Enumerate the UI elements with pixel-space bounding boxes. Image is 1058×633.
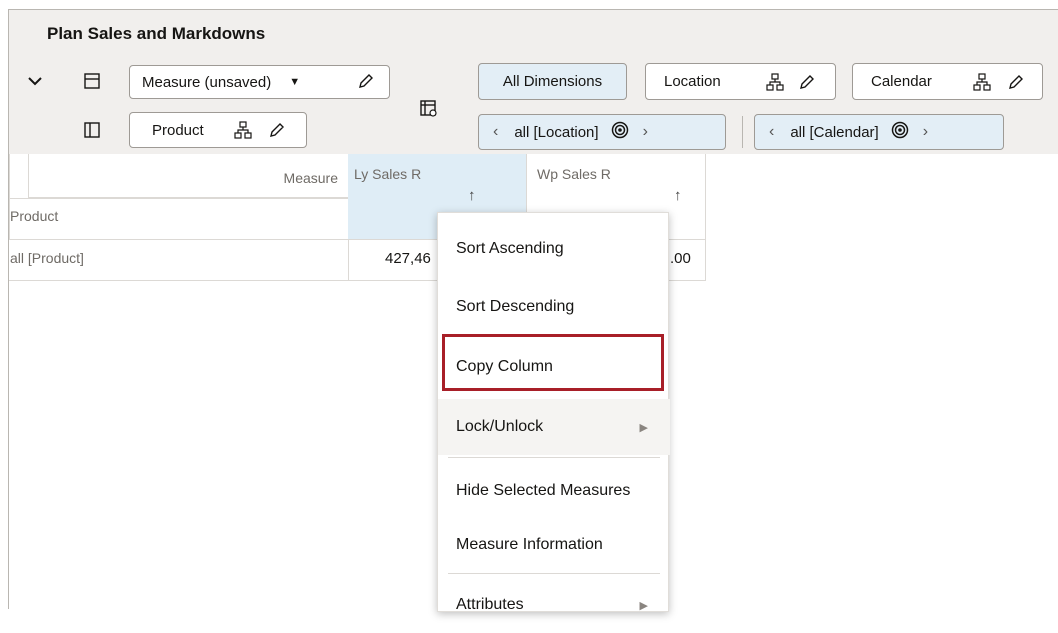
page-title: Plan Sales and Markdowns xyxy=(47,24,266,43)
edit-pencil-icon[interactable] xyxy=(268,121,286,143)
column-layout-icon[interactable] xyxy=(79,117,105,143)
chevron-right-icon[interactable]: › xyxy=(643,123,648,141)
calendar-selector[interactable]: Calendar xyxy=(852,63,1043,100)
highlight-box xyxy=(442,334,664,391)
divider xyxy=(742,116,743,148)
calendar-value-nav: ‹ all [Calendar] › xyxy=(754,114,1004,150)
menu-item-label: Sort Descending xyxy=(456,298,575,315)
submenu-arrow-icon: ▶ xyxy=(639,599,648,612)
edit-pencil-icon[interactable] xyxy=(798,73,816,95)
menu-item-measure-information[interactable]: Measure Information xyxy=(438,517,670,573)
menu-item-label: Lock/Unlock xyxy=(456,418,544,435)
product-selector[interactable]: Product xyxy=(129,112,307,148)
all-dimensions-button[interactable]: All Dimensions xyxy=(478,63,627,100)
hierarchy-icon[interactable] xyxy=(766,73,784,95)
chevron-left-icon[interactable]: ‹ xyxy=(769,123,774,141)
product-header: Product xyxy=(10,208,59,224)
pivot-icon[interactable] xyxy=(416,96,442,122)
menu-item-lock-unlock[interactable]: Lock/Unlock ▶ xyxy=(438,399,670,455)
location-value[interactable]: all [Location] xyxy=(514,124,598,141)
chevron-left-icon[interactable]: ‹ xyxy=(493,123,498,141)
cell-value: 427,46 xyxy=(385,250,431,267)
column-header-label: Wp Sales R xyxy=(537,166,611,182)
measure-selector[interactable]: Measure (unsaved) ▼ xyxy=(129,65,390,99)
measure-header: Measure xyxy=(283,170,338,186)
context-menu: Sort Ascending Sort Descending Copy Colu… xyxy=(437,212,670,613)
measure-label: Measure (unsaved) xyxy=(142,73,272,91)
caret-down-icon[interactable]: ▼ xyxy=(289,76,300,88)
menu-item-label: Sort Ascending xyxy=(456,240,564,257)
edit-pencil-icon[interactable] xyxy=(357,72,375,94)
sort-arrow-icon[interactable]: ↑ xyxy=(674,187,682,204)
hierarchy-icon[interactable] xyxy=(973,73,991,95)
menu-item-sort-ascending[interactable]: Sort Ascending xyxy=(438,221,670,277)
menu-separator xyxy=(448,457,660,458)
all-dimensions-label: All Dimensions xyxy=(502,73,603,90)
grid-edge xyxy=(9,154,10,240)
menu-item-label: Hide Selected Measures xyxy=(456,482,631,499)
product-label: Product xyxy=(152,121,204,139)
menu-item-attributes[interactable]: Attributes ▶ xyxy=(438,577,670,633)
chevron-right-icon[interactable]: › xyxy=(923,123,928,141)
column-header-label: Ly Sales R xyxy=(354,166,422,182)
chevron-down-icon[interactable] xyxy=(22,68,48,94)
menu-item-sort-descending[interactable]: Sort Descending xyxy=(438,279,670,335)
divider xyxy=(9,198,348,199)
edit-pencil-icon[interactable] xyxy=(1007,73,1025,95)
menu-item-hide-selected-measures[interactable]: Hide Selected Measures xyxy=(438,463,670,519)
calendar-value[interactable]: all [Calendar] xyxy=(790,124,878,141)
location-label: Location xyxy=(664,73,721,90)
location-value-nav: ‹ all [Location] › xyxy=(478,114,726,150)
sort-arrow-icon[interactable]: ↑ xyxy=(468,187,476,204)
submenu-arrow-icon: ▶ xyxy=(639,421,648,434)
menu-item-label: Attributes xyxy=(456,596,524,613)
row-label-all-product[interactable]: all [Product] xyxy=(10,250,84,266)
calendar-label: Calendar xyxy=(871,73,932,90)
menu-item-label: Measure Information xyxy=(456,536,603,553)
row-layout-icon[interactable] xyxy=(79,68,105,94)
target-icon[interactable] xyxy=(611,121,629,143)
target-icon[interactable] xyxy=(891,121,909,143)
cell-value: .00 xyxy=(670,250,691,267)
menu-separator xyxy=(448,573,660,574)
measure-header-cell: Measure xyxy=(28,154,348,198)
hierarchy-icon[interactable] xyxy=(234,121,252,143)
location-selector[interactable]: Location xyxy=(645,63,836,100)
